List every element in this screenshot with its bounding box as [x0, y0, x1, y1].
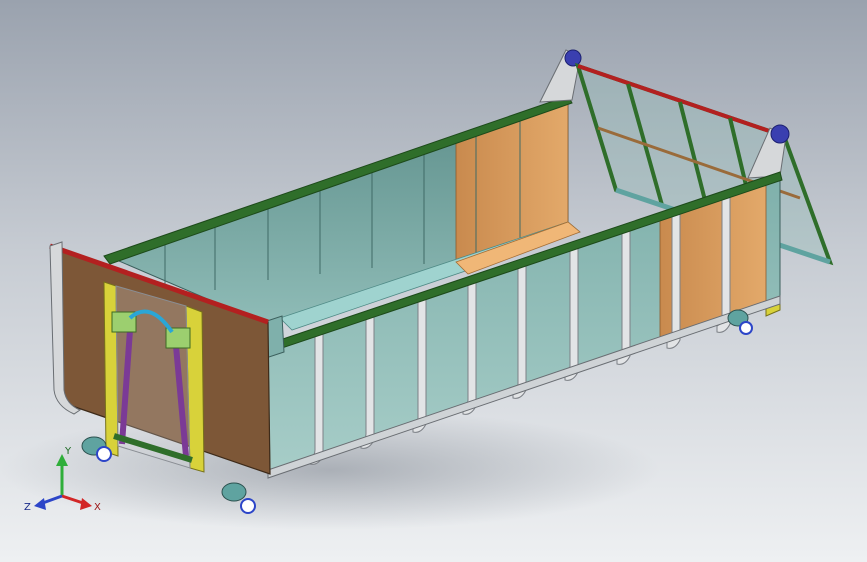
- hinge-rear-left-icon[interactable]: [564, 49, 582, 67]
- triad-y-label: Y: [64, 446, 72, 457]
- triad-z-arrow-icon: [34, 498, 46, 510]
- triad-x-arrow-icon: [80, 498, 92, 510]
- coordinate-triad: Y X Z: [24, 446, 101, 513]
- triad-x-label: X: [94, 502, 101, 513]
- triad-z-label: Z: [24, 502, 31, 513]
- hinge-rear-right-icon[interactable]: [770, 124, 790, 144]
- container-model[interactable]: [0, 0, 867, 562]
- cad-viewport[interactable]: Y X Z: [0, 0, 867, 562]
